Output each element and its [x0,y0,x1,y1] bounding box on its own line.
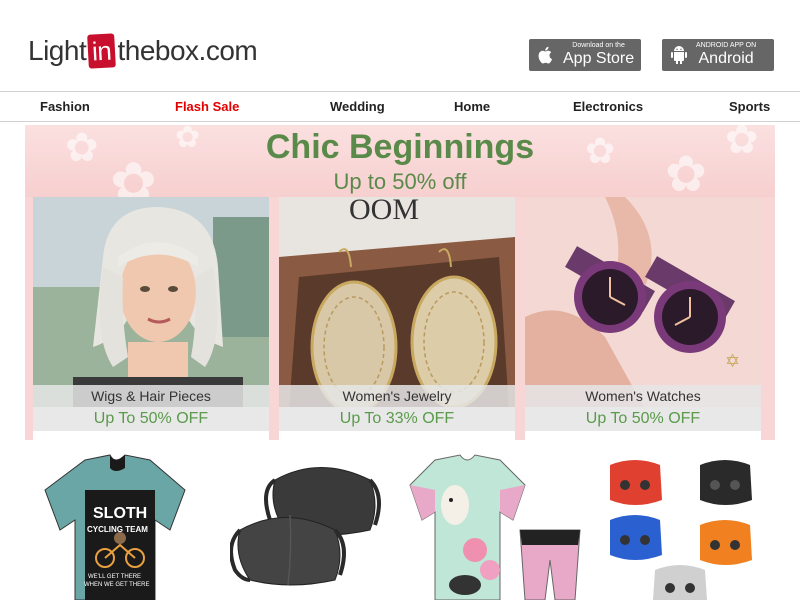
svg-text:✡: ✡ [725,351,740,372]
earrings-image: OOM [279,197,515,409]
product-cycling-jersey[interactable]: SLOTH CYCLING TEAM WE'LL GET THERE WHEN … [30,450,200,601]
main-nav: Fashion Flash Sale Wedding Home Electron… [0,91,800,122]
wig-model-image [33,197,269,409]
jersey-text-sloth: SLOTH [93,505,147,522]
cycling-jersey-image: SLOTH CYCLING TEAM WE'LL GET THERE WHEN … [44,454,186,601]
category-card-watches[interactable]: ✡ Women's Watches Up To 50% OFF [525,197,761,440]
category-card-jewelry[interactable]: OOM Women's Jewelry Up To 33% OFF [279,197,515,440]
nav-sports[interactable]: Sports [729,92,770,121]
app-store-caption: Download on the [572,42,625,49]
nav-electronics[interactable]: Electronics [573,92,643,121]
site-logo[interactable]: Light in thebox.com [28,33,258,69]
android-caption: ANDROID APP ON [696,42,757,49]
watches-image: ✡ [525,197,761,409]
apple-icon [538,46,552,64]
logo-text-suffix: thebox.com [117,35,258,66]
nav-wedding[interactable]: Wedding [330,92,385,121]
sport-masks-image [610,460,752,600]
app-store-button[interactable]: Download on the App Store [529,39,641,71]
card-label: Wigs & Hair Pieces [33,385,269,407]
android-label: Android [698,50,754,67]
nav-home[interactable]: Home [454,92,490,121]
card-offer: Up To 33% OFF [279,407,515,431]
card-label: Women's Watches [525,385,761,407]
jersey-text-slogan-2: WHEN WE GET THERE [84,582,149,588]
card-offer: Up To 50% OFF [525,407,761,431]
promo-banner[interactable]: ✿ ✿ ✿ ✿ ✿ ✿ Chic Beginnings Up to 50% of… [25,125,775,440]
header: Light in thebox.com Download on the App St… [0,0,800,90]
logo-text-in: in [87,33,117,69]
cycling-kit-image [409,454,581,601]
android-icon [671,46,687,64]
jersey-text-slogan-1: WE'LL GET THERE [88,574,141,580]
android-app-button[interactable]: ANDROID APP ON Android [662,39,774,71]
nav-flash-sale[interactable]: Flash Sale [175,92,239,121]
card-label: Women's Jewelry [279,385,515,407]
card-offer: Up To 50% OFF [33,407,269,431]
product-face-masks[interactable] [229,450,390,600]
category-card-wigs[interactable]: Wigs & Hair Pieces Up To 50% OFF [33,197,269,440]
logo-text-light: Light [28,35,87,66]
svg-text:OOM: OOM [349,197,419,226]
product-sport-masks[interactable] [600,450,770,600]
product-cycling-kit[interactable] [405,450,585,601]
banner-title: Chic Beginnings [265,128,535,166]
app-store-label: App Store [563,50,635,67]
nav-fashion[interactable]: Fashion [40,92,90,121]
face-masks-image [229,467,381,586]
banner-subtitle: Up to 50% off [333,169,467,194]
banner-header: ✿ ✿ ✿ ✿ ✿ ✿ Chic Beginnings Up to 50% of… [25,125,775,197]
